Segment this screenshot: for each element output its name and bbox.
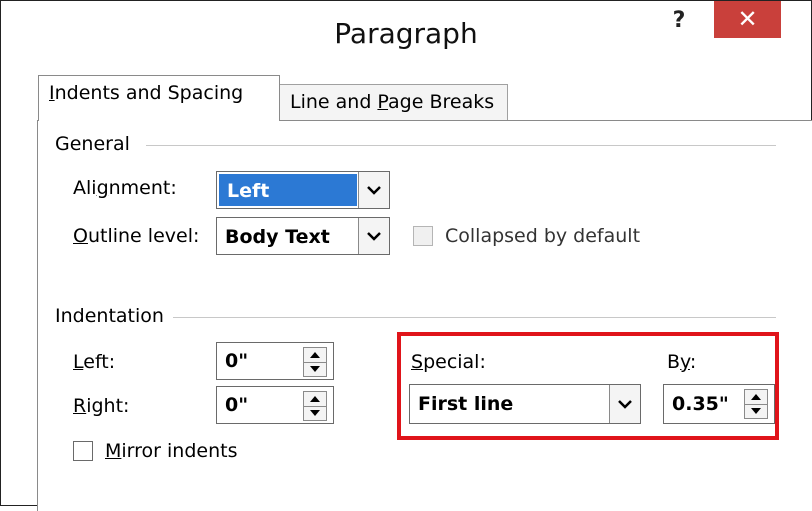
general-group-label: General [55,133,138,155]
label-accelerator: O [73,225,88,247]
paragraph-dialog: Paragraph ? ✕ Indents and Spacing Line a… [0,0,812,511]
highlight-box [397,332,779,440]
help-button[interactable]: ? [664,7,694,35]
right-indent-value: 0" [225,394,249,416]
right-indent-spinner[interactable]: 0" [216,386,334,424]
triangle-up-icon [310,396,320,402]
close-icon: ✕ [737,5,758,33]
outline-level-dropdown-arrow[interactable] [358,218,389,254]
right-indent-spin-buttons [303,391,327,421]
label-part: eft: [83,351,116,373]
label-part: nment: [108,177,177,199]
collapsed-by-default-label: Collapsed by default [445,225,641,247]
left-indent-value: 0" [225,350,249,372]
alignment-value: Left [227,180,270,202]
indentation-group-line [173,317,776,318]
spin-up-button[interactable] [304,348,326,363]
general-group-line [146,145,776,146]
left-indent-label: Left: [73,351,115,373]
label-accelerator: R [73,395,87,417]
label-accelerator: L [73,351,84,373]
left-indent-spinner[interactable]: 0" [216,342,334,380]
triangle-down-icon [310,366,320,372]
mirror-indents-label: Mirror indents [105,440,238,462]
right-indent-label: Right: [73,395,129,417]
outline-level-select[interactable]: Body Text [216,217,390,255]
tab-label-part: Line and [290,91,378,113]
triangle-down-icon [310,410,320,416]
close-button[interactable]: ✕ [714,1,781,38]
title-bar: Paragraph ? ✕ [1,1,811,74]
alignment-dropdown-arrow[interactable] [358,172,389,208]
spin-up-button[interactable] [304,392,326,407]
left-indent-spin-buttons [303,347,327,377]
alignment-select[interactable]: Left [216,171,390,209]
tab-indents-and-spacing[interactable]: Indents and Spacing [38,75,280,121]
tab-label-part: age Breaks [388,91,495,113]
spin-down-button[interactable] [304,406,326,420]
triangle-up-icon [310,352,320,358]
chevron-down-icon [367,232,381,241]
collapsed-by-default-checkbox[interactable] [413,226,433,246]
label-accelerator: M [105,440,122,462]
label-part: irror indents [121,440,238,462]
tab-label-part: ndents and Spacing [54,82,244,104]
mirror-indents-checkbox[interactable] [73,441,93,461]
tab-line-and-page-breaks[interactable]: Line and Page Breaks [279,84,508,120]
chevron-down-icon [367,186,381,195]
label-accelerator: g [96,177,109,199]
tab-label-accelerator: P [377,91,389,113]
indentation-group-label: Indentation [55,305,172,327]
outline-level-value: Body Text [225,226,330,248]
outline-level-label: Outline level: [73,225,199,247]
alignment-label: Alignment: [73,177,177,199]
label-part: ight: [86,395,130,417]
label-part: utline level: [87,225,200,247]
spin-down-button[interactable] [304,362,326,376]
label-part: Ali [73,177,97,199]
